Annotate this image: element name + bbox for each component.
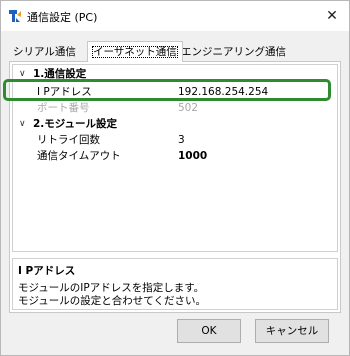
settings-tree: ∨ 1.通信設定 I Pアドレス 192.168.254.254 ポート番号 5… <box>12 64 338 252</box>
tab-ethernet[interactable]: イーサネット通信 <box>87 41 183 62</box>
group-module-settings[interactable]: ∨ 2.モジュール設定 <box>13 117 335 132</box>
description-line-2: モジュールの設定と合わせてください。 <box>18 295 206 307</box>
cancel-button[interactable]: キャンセル <box>255 319 329 343</box>
port-number-row: ポート番号 502 <box>13 101 335 116</box>
tab-panel: ∨ 1.通信設定 I Pアドレス 192.168.254.254 ポート番号 5… <box>9 61 341 313</box>
tab-ethernet-label: イーサネット通信 <box>92 46 178 58</box>
window-title: 通信設定 (PC) <box>27 11 98 24</box>
chevron-down-icon[interactable]: ∨ <box>19 67 26 82</box>
app-icon <box>9 10 21 22</box>
communication-settings-dialog: 通信設定 (PC) ✕ シリアル通信 イーサネット通信 エンジニアリング通信 ∨… <box>0 0 350 356</box>
retry-count-row[interactable]: リトライ回数 3 <box>13 133 335 148</box>
ip-address-label: I Pアドレス <box>37 86 92 98</box>
close-button[interactable]: ✕ <box>315 1 349 31</box>
port-number-label: ポート番号 <box>37 102 90 114</box>
description-box: I Pアドレス モジュールのIPアドレスを指定します。 モジュールの設定と合わせ… <box>12 258 338 310</box>
timeout-label: 通信タイムアウト <box>37 150 121 162</box>
port-number-value: 502 <box>178 102 199 114</box>
ip-address-value[interactable]: 192.168.254.254 <box>178 85 268 100</box>
chevron-down-icon[interactable]: ∨ <box>19 117 26 132</box>
group-communication-settings[interactable]: ∨ 1.通信設定 <box>13 67 335 82</box>
tab-serial[interactable]: シリアル通信 <box>9 43 80 61</box>
group-label: 2.モジュール設定 <box>33 118 118 130</box>
tab-engineering-label: エンジニアリング通信 <box>181 46 286 58</box>
tab-serial-label: シリアル通信 <box>13 46 76 58</box>
timeout-value[interactable]: 1000 <box>178 149 207 164</box>
ip-address-row[interactable]: I Pアドレス 192.168.254.254 <box>13 85 335 100</box>
tab-engineering[interactable]: エンジニアリング通信 <box>177 43 290 61</box>
retry-count-value[interactable]: 3 <box>178 133 185 148</box>
title-bar: 通信設定 (PC) ✕ <box>1 1 349 31</box>
ok-button[interactable]: OK <box>177 319 241 343</box>
retry-count-label: リトライ回数 <box>37 134 100 146</box>
group-label: 1.通信設定 <box>33 68 87 80</box>
description-title: I Pアドレス <box>18 265 76 277</box>
timeout-row[interactable]: 通信タイムアウト 1000 <box>13 149 335 164</box>
